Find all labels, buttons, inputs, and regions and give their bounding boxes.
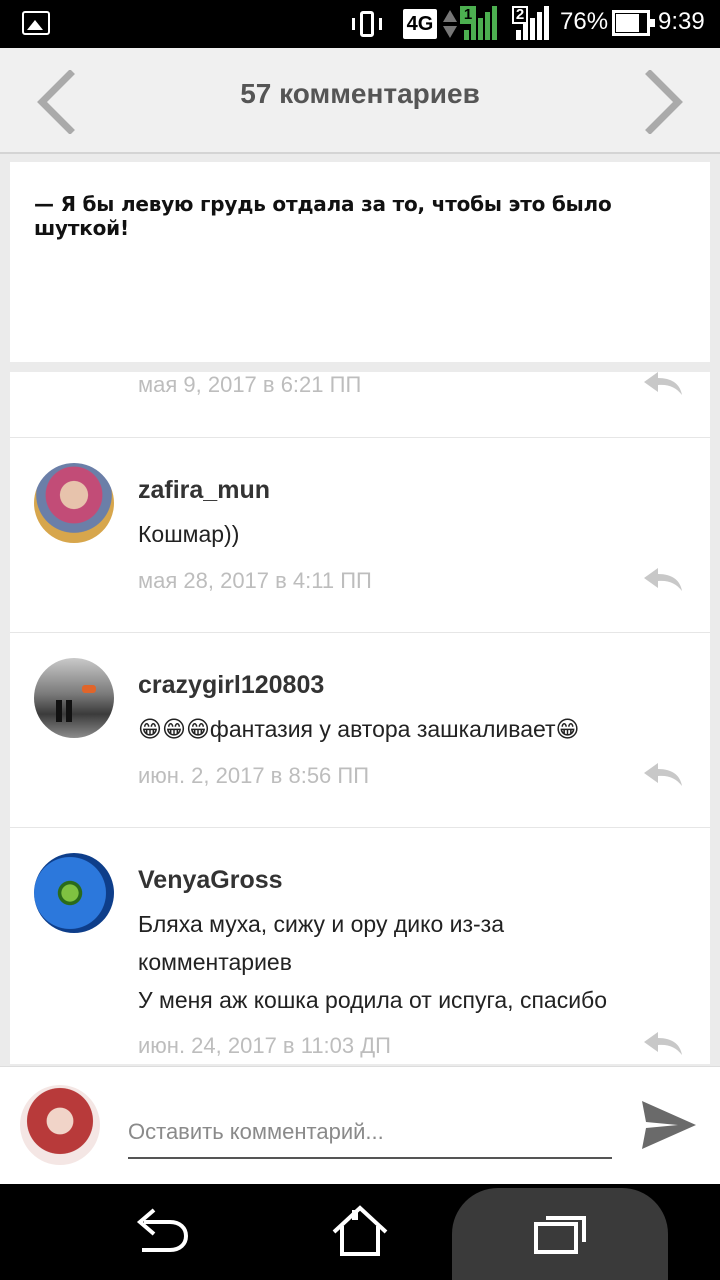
home-button[interactable] [328, 1184, 392, 1280]
reply-button[interactable] [640, 372, 686, 398]
signal-icon-sim2: 2 [512, 6, 550, 40]
status-bar: 4G 1 2 76% 9:39 [0, 0, 720, 48]
network-type-label: 4G [403, 9, 437, 39]
reply-button[interactable] [640, 761, 686, 789]
comment-date: июн. 24, 2017 в 11:03 ДП [138, 1033, 391, 1058]
app-header: 57 комментариев [0, 48, 720, 154]
vibrate-icon [350, 10, 384, 38]
send-button[interactable] [640, 1097, 698, 1153]
comment-date: июн. 2, 2017 в 8:56 ПП [138, 763, 370, 788]
avatar[interactable] [34, 463, 114, 543]
comment-text: Бляха муха, сижу и ору дико из-за коммен… [138, 911, 608, 1013]
comment-author[interactable]: zafira_mun [138, 476, 270, 505]
comment-item: crazygirl120803 😁😁😁фантазия у автора заш… [10, 633, 710, 828]
battery-icon [612, 10, 655, 36]
data-arrows-icon [443, 8, 457, 40]
signal-icon-sim1: 1 [460, 6, 498, 40]
reply-icon [644, 372, 682, 395]
avatar[interactable] [34, 853, 114, 933]
back-button[interactable] [128, 1184, 192, 1280]
quote-text: — Я бы левую грудь отдала за то, чтобы э… [34, 192, 612, 240]
page-title: 57 комментариев [240, 78, 480, 109]
reply-button[interactable] [640, 566, 686, 594]
comment-date: мая 9, 2017 в 6:21 ПП [138, 372, 362, 397]
comment-item: VenyaGross Бляха муха, сижу и ору дико и… [10, 828, 710, 1064]
comment-item: мая 9, 2017 в 6:21 ПП [10, 372, 710, 438]
comment-input-bar [0, 1066, 720, 1184]
next-button[interactable] [642, 69, 686, 135]
comment-text: 😁😁😁фантазия у автора зашкаливает😁 [138, 716, 580, 742]
battery-percent: 76% [560, 8, 609, 35]
current-user-avatar [20, 1085, 100, 1165]
back-icon [136, 1208, 189, 1252]
avatar[interactable] [34, 658, 114, 738]
gallery-icon [22, 11, 50, 35]
chevron-right-icon [645, 69, 683, 135]
home-icon [332, 1205, 388, 1256]
comment-date: мая 28, 2017 в 4:11 ПП [138, 568, 372, 593]
comment-item: zafira_mun Кошмар)) мая 28, 2017 в 4:11 … [10, 438, 710, 633]
reply-icon [644, 568, 682, 591]
recent-apps-button[interactable] [528, 1184, 592, 1280]
clock: 9:39 [658, 8, 705, 35]
comment-input[interactable] [128, 1107, 612, 1159]
comment-author[interactable]: VenyaGross [138, 866, 283, 895]
comment-author[interactable]: crazygirl120803 [138, 671, 324, 700]
reply-icon [644, 1032, 682, 1055]
system-nav-bar [0, 1184, 720, 1280]
comments-list[interactable]: мая 9, 2017 в 6:21 ПП zafira_mun Кошмар)… [10, 372, 710, 1064]
recent-apps-icon [534, 1216, 586, 1254]
send-icon [642, 1101, 696, 1149]
reply-icon [644, 763, 682, 786]
reply-button[interactable] [640, 1030, 686, 1058]
quote-card: — Я бы левую грудь отдала за то, чтобы э… [10, 162, 710, 362]
comment-text: Кошмар)) [138, 521, 240, 547]
